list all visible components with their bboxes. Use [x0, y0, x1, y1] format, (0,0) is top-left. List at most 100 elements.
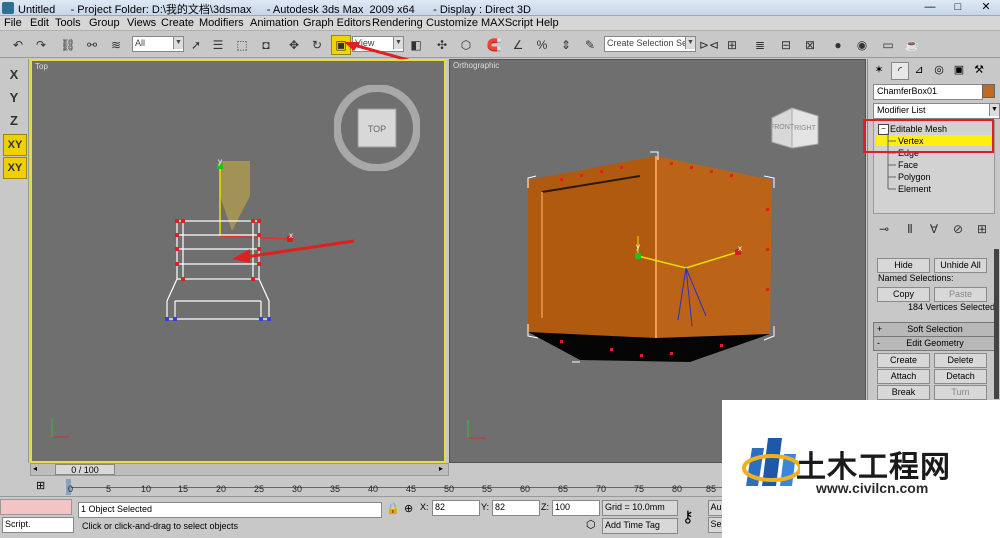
stack-item-element[interactable]: Element	[898, 184, 931, 194]
schematic-view-icon[interactable]: ⊠	[800, 35, 820, 55]
snap-toggle-icon[interactable]: 🧲	[484, 35, 504, 55]
stack-item-face[interactable]: Face	[898, 160, 918, 170]
delete-button[interactable]: Delete	[934, 353, 987, 368]
axis-x-button[interactable]: X	[3, 65, 25, 85]
rectangular-selection-icon[interactable]: ⬚	[232, 35, 252, 55]
hide-button[interactable]: Hide	[877, 258, 930, 273]
angle-snap-icon[interactable]: ∠	[508, 35, 528, 55]
quick-render-icon[interactable]: ☕	[902, 35, 922, 55]
select-and-link-icon[interactable]: ⛓	[58, 35, 78, 55]
menu-help[interactable]: Help	[536, 17, 559, 29]
object-name-field[interactable]: ChamferBox01	[873, 84, 983, 100]
menu-animation[interactable]: Animation	[250, 17, 299, 29]
motion-tab-icon[interactable]: ◎	[931, 62, 947, 78]
configure-modifier-sets-icon[interactable]: ⊞	[972, 219, 992, 239]
menu-graph-editors[interactable]: Graph Editors	[303, 17, 371, 29]
stack-item-polygon[interactable]: Polygon	[898, 172, 931, 182]
menu-edit[interactable]: Edit	[30, 17, 49, 29]
move-icon[interactable]: ✥	[284, 35, 304, 55]
y-coordinate-field[interactable]: 82	[492, 500, 540, 516]
unlink-icon[interactable]: ⚯	[82, 35, 102, 55]
make-unique-icon[interactable]: ∀	[924, 219, 944, 239]
menu-views[interactable]: Views	[127, 17, 156, 29]
minimize-button[interactable]: —	[916, 0, 944, 16]
edit-geometry-rollout[interactable]: - Edit Geometry	[873, 336, 997, 351]
add-time-tag-button[interactable]: Add Time Tag	[602, 518, 678, 534]
select-object-icon[interactable]: ➚	[186, 35, 206, 55]
menu-file[interactable]: File	[4, 17, 22, 29]
viewport-label-orthographic[interactable]: Orthographic	[453, 61, 499, 70]
remove-modifier-icon[interactable]: ⊘	[948, 219, 968, 239]
maxscript-listener-mini[interactable]	[0, 499, 72, 515]
keyboard-shortcut-toggle-icon[interactable]: ⬡	[456, 35, 476, 55]
select-manipulate-icon[interactable]: ✣	[432, 35, 452, 55]
show-end-result-icon[interactable]: Ⅱ	[900, 219, 920, 239]
x-coordinate-field[interactable]: 82	[432, 500, 480, 516]
copy-button[interactable]: Copy	[877, 287, 930, 302]
align-icon[interactable]: ⊞	[722, 35, 742, 55]
lock-icon[interactable]: 🔒	[386, 502, 400, 515]
menu-maxscript[interactable]: MAXScript	[481, 17, 533, 29]
curve-editor-mini-icon[interactable]: ⊞	[36, 479, 45, 492]
axis-z-button[interactable]: Z	[3, 111, 25, 131]
rendered-frame-window-icon[interactable]: ▭	[878, 35, 898, 55]
window-crossing-icon[interactable]: ◘	[256, 35, 276, 55]
menu-group[interactable]: Group	[89, 17, 120, 29]
object-color-swatch[interactable]	[982, 84, 995, 98]
break-button[interactable]: Break	[877, 385, 930, 400]
named-selection-set-field[interactable]: Create Selection Set ▼	[604, 36, 696, 52]
viewcube-ortho[interactable]: FRONT RIGHT	[768, 104, 824, 152]
maximize-button[interactable]: □	[944, 0, 972, 16]
menu-modifiers[interactable]: Modifiers	[199, 17, 244, 29]
curve-editor-icon[interactable]: ⊟	[776, 35, 796, 55]
menu-tools[interactable]: Tools	[55, 17, 81, 29]
material-editor-icon[interactable]: ●	[828, 35, 848, 55]
viewport-label-top[interactable]: Top	[35, 62, 48, 71]
panel-scrollbar[interactable]	[994, 249, 999, 399]
edit-named-selection-icon[interactable]: ✎	[580, 35, 600, 55]
redo-icon[interactable]: ↷	[31, 35, 51, 55]
hierarchy-tab-icon[interactable]: ⊿	[911, 62, 927, 78]
turn-button[interactable]: Turn	[934, 385, 987, 400]
key-icon[interactable]: ⚷	[682, 507, 694, 527]
undo-icon[interactable]: ↶	[8, 35, 28, 55]
time-slider-thumb[interactable]: 0 / 100	[55, 464, 115, 475]
chevron-right-icon[interactable]: ▸	[439, 464, 443, 473]
utilities-tab-icon[interactable]: ⚒	[971, 62, 987, 78]
menu-create[interactable]: Create	[161, 17, 194, 29]
menu-customize[interactable]: Customize	[426, 17, 478, 29]
axis-y-button[interactable]: Y	[3, 88, 25, 108]
time-slider[interactable]: 0 / 100 ◂ ▸	[30, 463, 449, 476]
rotate-icon[interactable]: ↻	[307, 35, 327, 55]
selection-filter-dropdown[interactable]: All ▼	[132, 36, 184, 52]
modifier-list-dropdown[interactable]: Modifier List ▼	[873, 103, 1000, 119]
attach-button[interactable]: Attach	[877, 369, 930, 384]
paste-button[interactable]: Paste	[934, 287, 987, 302]
unhide-all-button[interactable]: Unhide All	[934, 258, 987, 273]
spinner-snap-icon[interactable]: ⇕	[556, 35, 576, 55]
create-tab-icon[interactable]: ✶	[871, 62, 887, 78]
axis-xy-flyout-button[interactable]: XY	[3, 157, 27, 179]
display-tab-icon[interactable]: ▣	[951, 62, 967, 78]
absolute-mode-icon[interactable]: ⊕	[404, 502, 413, 515]
close-button[interactable]: ✕	[972, 0, 1000, 16]
select-by-name-icon[interactable]: ☰	[208, 35, 228, 55]
time-tag-icon[interactable]: ⬡	[586, 518, 596, 531]
modify-tab-icon[interactable]: ◜	[891, 62, 909, 80]
percent-snap-icon[interactable]: %	[532, 35, 552, 55]
menu-rendering[interactable]: Rendering	[372, 17, 423, 29]
render-setup-icon[interactable]: ◉	[852, 35, 872, 55]
mirror-icon[interactable]: ⊳⊲	[698, 35, 719, 55]
bind-space-warp-icon[interactable]: ≋	[106, 35, 126, 55]
soft-selection-rollout[interactable]: + Soft Selection	[873, 322, 997, 337]
track-bar[interactable]: ⊞ 0 5 10 15 20 25 30 35 40 45 50 55 60 6…	[0, 478, 722, 496]
detach-button[interactable]: Detach	[934, 369, 987, 384]
pin-stack-icon[interactable]: ⊸	[874, 219, 894, 239]
layer-manager-icon[interactable]: ≣	[750, 35, 770, 55]
viewport-top[interactable]: Top TOP y x	[30, 59, 446, 463]
create-button[interactable]: Create	[877, 353, 930, 368]
axis-xy-button[interactable]: XY	[3, 134, 27, 156]
script-input[interactable]: Script.	[2, 517, 74, 533]
z-coordinate-field[interactable]: 100	[552, 500, 600, 516]
chevron-left-icon[interactable]: ◂	[33, 464, 37, 473]
